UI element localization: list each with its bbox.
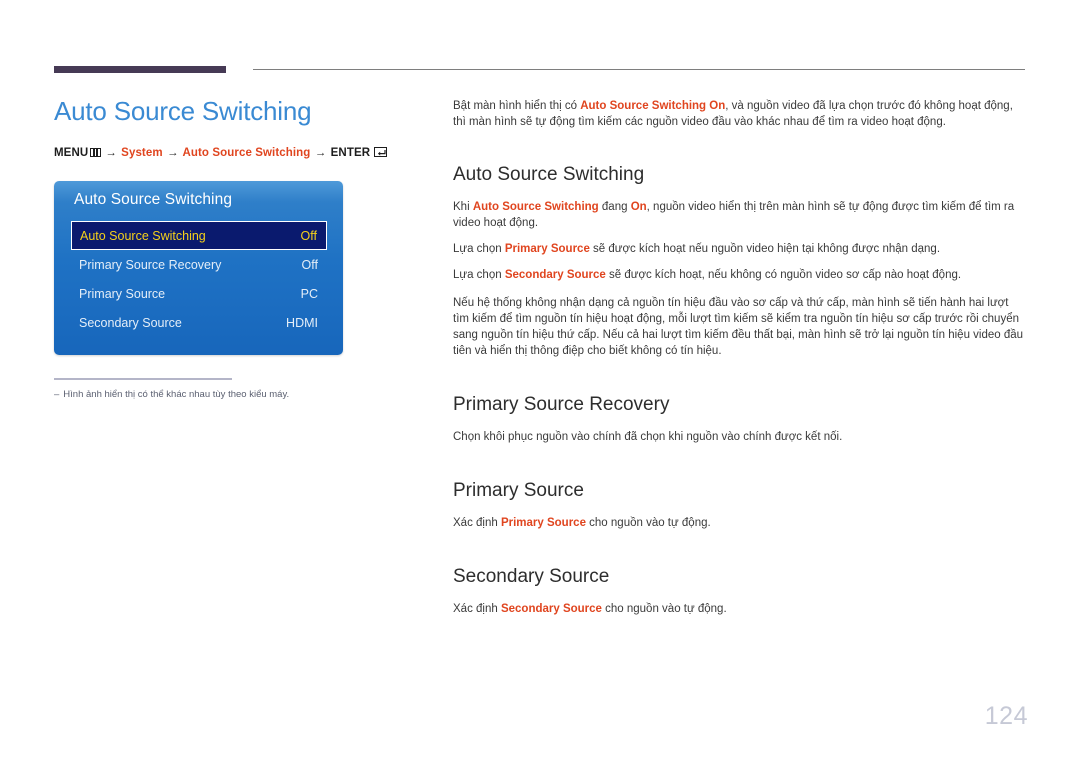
section-paragraph-secondary-source: Xác định Secondary Source cho nguồn vào … bbox=[453, 601, 1025, 617]
para-keyword-1: Primary Source bbox=[500, 517, 586, 529]
breadcrumb: MENU → System → Auto Source Switching → E… bbox=[54, 147, 414, 159]
para-keyword-1: Secondary Source bbox=[500, 603, 602, 615]
para-part2: đang bbox=[598, 201, 631, 213]
osd-row-label: Auto Source Switching bbox=[80, 228, 206, 243]
para-keyword-1: Secondary Source bbox=[504, 269, 606, 281]
header-accent-bar bbox=[54, 66, 226, 73]
section-paragraph-4: Nếu hệ thống không nhận dạng cả nguồn tí… bbox=[453, 297, 1024, 357]
section-paragraph-primary-source-recovery: Chọn khôi phục nguồn vào chính đã chọn k… bbox=[453, 431, 843, 443]
header-divider-line bbox=[253, 69, 1025, 70]
intro-paragraph: Bật màn hình hiển thị có Auto Source Swi… bbox=[453, 98, 1025, 130]
para-keyword-2: On bbox=[630, 201, 647, 213]
section-heading-auto-source-switching: Auto Source Switching bbox=[453, 164, 645, 185]
section-heading-primary-source-recovery: Primary Source Recovery bbox=[453, 394, 670, 415]
para-part2: cho nguồn vào tự động. bbox=[585, 517, 711, 529]
para-part1: Lựa chọn bbox=[453, 243, 505, 255]
breadcrumb-step-system[interactable]: System bbox=[121, 147, 163, 159]
breadcrumb-arrow-2: → bbox=[166, 147, 179, 159]
para-keyword-1: Auto Source Switching bbox=[472, 201, 599, 213]
left-column: Auto Source Switching MENU → System → Aut… bbox=[54, 96, 414, 159]
para-part1: Xác định bbox=[453, 517, 501, 529]
osd-row-label: Primary Source bbox=[79, 286, 166, 301]
osd-menu-title: Auto Source Switching bbox=[74, 191, 233, 208]
breadcrumb-arrow-3: → bbox=[314, 147, 327, 159]
osd-row-secondary-source[interactable]: Secondary Source HDMI bbox=[71, 308, 327, 337]
section-paragraph-1: Khi Auto Source Switching đang On, nguồn… bbox=[453, 199, 1025, 231]
breadcrumb-menu-label: MENU bbox=[54, 147, 89, 159]
footnote-body: Hình ảnh hiển thị có thể khác nhau tùy t… bbox=[63, 388, 290, 400]
footnote-dash: – bbox=[54, 388, 60, 400]
section-paragraph-3: Lựa chọn Secondary Source sẽ được kích h… bbox=[453, 267, 1025, 283]
para-part1: Xác định bbox=[453, 603, 501, 615]
header-rules bbox=[0, 0, 1080, 90]
footnote-divider bbox=[54, 378, 232, 380]
footnote-block: – Hình ảnh hiển thị có thể khác nhau tùy … bbox=[54, 378, 374, 400]
para-part2: cho nguồn vào tự động. bbox=[601, 603, 727, 615]
para-part1: Khi bbox=[453, 201, 473, 213]
para-part2: sẽ được kích hoạt, nếu không có nguồn vi… bbox=[605, 269, 962, 281]
intro-keyword: Auto Source Switching On bbox=[580, 100, 726, 112]
osd-row-auto-source-switching[interactable]: Auto Source Switching Off bbox=[71, 221, 327, 250]
para-part1: Lựa chọn bbox=[453, 269, 505, 281]
section-heading-secondary-source: Secondary Source bbox=[453, 566, 610, 587]
osd-row-value: Off bbox=[300, 228, 317, 243]
para-keyword-1: Primary Source bbox=[504, 243, 590, 255]
osd-row-value: HDMI bbox=[286, 315, 318, 330]
right-column: Bật màn hình hiển thị có Auto Source Swi… bbox=[453, 98, 1025, 617]
enter-key-icon bbox=[374, 147, 388, 157]
osd-row-primary-source[interactable]: Primary Source PC bbox=[71, 279, 327, 308]
section-heading-primary-source: Primary Source bbox=[453, 480, 584, 501]
breadcrumb-arrow-1: → bbox=[105, 147, 117, 159]
page-title: Auto Source Switching bbox=[54, 96, 312, 126]
page-number: 124 bbox=[984, 702, 1028, 730]
osd-row-label: Secondary Source bbox=[79, 315, 182, 330]
para-part2: sẽ được kích hoạt nếu nguồn video hiện t… bbox=[589, 243, 941, 255]
section-paragraph-primary-source: Xác định Primary Source cho nguồn vào tự… bbox=[453, 515, 1025, 531]
section-paragraph-2: Lựa chọn Primary Source sẽ được kích hoạ… bbox=[453, 241, 1025, 257]
osd-row-value: Off bbox=[301, 257, 318, 272]
menu-grid-icon bbox=[90, 148, 102, 157]
footnote-text: – Hình ảnh hiển thị có thể khác nhau tùy … bbox=[54, 389, 374, 400]
intro-text-part1: Bật màn hình hiển thị có bbox=[453, 100, 581, 112]
osd-menu-rows: Auto Source Switching Off Primary Source… bbox=[71, 221, 327, 337]
breadcrumb-enter-label: ENTER bbox=[330, 147, 371, 159]
osd-row-label: Primary Source Recovery bbox=[79, 257, 222, 272]
osd-row-primary-source-recovery[interactable]: Primary Source Recovery Off bbox=[71, 250, 327, 279]
breadcrumb-step-auto-source-switching[interactable]: Auto Source Switching bbox=[182, 147, 310, 159]
osd-row-value: PC bbox=[300, 286, 318, 301]
osd-menu-panel: Auto Source Switching Auto Source Switch… bbox=[54, 181, 343, 355]
